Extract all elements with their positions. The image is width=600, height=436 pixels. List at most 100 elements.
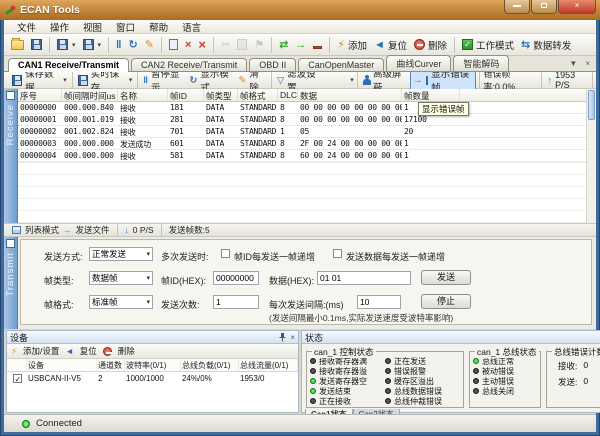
maximize-button[interactable] <box>531 0 557 14</box>
receive-side-tab[interactable]: Receive <box>4 89 18 223</box>
frame-id-input[interactable] <box>213 271 259 285</box>
tab-bar: CAN1 Receive/Transmit CAN2 Receive/Trans… <box>4 56 596 72</box>
table-row[interactable]: 00000003000.000.000发送成功601DATASTANDARD82… <box>18 138 596 150</box>
table-row[interactable]: 00000002001.002.824接收701DATASTANDARD1052… <box>18 126 596 138</box>
frame-format-select[interactable]: 标准帧▾ <box>89 295 153 309</box>
chevron-down-icon: ▾ <box>129 76 133 84</box>
col-data[interactable]: 数据 <box>298 89 402 101</box>
inc-id-checkbox[interactable] <box>221 249 230 258</box>
pin-icon[interactable] <box>278 333 286 342</box>
col-seq[interactable]: 序号 <box>18 89 62 101</box>
col-frame-type[interactable]: 帧类型 <box>204 89 238 101</box>
tab-curver[interactable]: 曲线Curver <box>386 55 451 71</box>
cell: 00 00 00 00 00 00 00 00 <box>298 114 402 125</box>
col-dlc[interactable]: DLC <box>278 89 298 101</box>
menu-window[interactable]: 窗口 <box>109 20 142 34</box>
cut-button[interactable]: ✂ <box>218 37 233 53</box>
data-forward-button[interactable]: ⇆数据转发 <box>518 37 574 53</box>
receive-table-header[interactable]: 序号 帧间隔时间us 名称 帧ID 帧类型 帧格式 DLC 数据 帧数量 <box>18 89 596 102</box>
tab-obd2[interactable]: OBD II <box>249 58 296 71</box>
col-baudrate[interactable]: 波特率(0/1) <box>125 359 181 371</box>
cell: 000.000.000 <box>62 150 118 161</box>
device-row[interactable]: ✓ USBCAN-II-V5 2 1000/1000 24%/0% 1953/0 <box>7 372 298 385</box>
stop-button[interactable]: 停止 <box>421 294 471 309</box>
open-button[interactable] <box>8 39 27 51</box>
receive-side-tab-label: Receive <box>5 104 16 145</box>
save-button[interactable] <box>28 38 45 51</box>
tab-can2[interactable]: CAN2 Receive/Transmit <box>131 58 247 71</box>
control-status-title: can_1 控制状态 <box>312 346 376 358</box>
col-bus-load[interactable]: 总线负载(0/1) <box>181 359 239 371</box>
col-name[interactable]: 名称 <box>118 89 168 101</box>
list-mode-button[interactable]: 列表模式 <box>25 224 59 236</box>
new-frame-button[interactable] <box>166 38 181 51</box>
delete-all-button[interactable]: × <box>195 37 209 53</box>
clear-button[interactable]: ✎ <box>142 37 157 53</box>
device-add-setup-button[interactable]: 添加/设置 <box>23 345 59 357</box>
menu-operation[interactable]: 操作 <box>43 20 76 34</box>
send-button[interactable]: 发送 <box>421 270 471 285</box>
led-icon <box>385 378 391 384</box>
collapse-toggle-icon[interactable] <box>6 91 15 100</box>
col-interval[interactable]: 帧间隔时间us <box>62 89 118 101</box>
menu-view[interactable]: 视图 <box>76 20 109 34</box>
rx-counter-value: 0 <box>583 360 588 372</box>
send-count-input[interactable] <box>213 295 259 309</box>
transmit-side-tab[interactable]: Transmit <box>4 237 18 329</box>
send-file-button[interactable]: 发送文件 <box>76 224 110 236</box>
overflow-chevron-icon[interactable]: ▾ <box>350 76 354 84</box>
panel-close-icon[interactable]: × <box>290 333 295 342</box>
table-row[interactable]: 00000004000.000.000接收581DATASTANDARD860 … <box>18 150 596 162</box>
tab-canopenmaster[interactable]: CanOpenMaster <box>298 58 384 71</box>
forward-button[interactable]: → <box>292 37 309 53</box>
delete-device-button[interactable]: 删除 <box>411 37 450 53</box>
device-reset-button[interactable]: 复位 <box>80 345 97 357</box>
tab-can1[interactable]: CAN1 Receive/Transmit <box>8 58 129 72</box>
minimize-button[interactable] <box>504 0 530 14</box>
cell-device-name: USBCAN-II-V5 <box>27 373 97 384</box>
transfer-button[interactable]: ⇄ <box>276 37 291 53</box>
device-checkbox[interactable]: ✓ <box>13 374 22 383</box>
cell: DATA <box>204 114 238 125</box>
frame-type-select[interactable]: 数据帧▾ <box>89 271 153 285</box>
col-frame-id[interactable]: 帧ID <box>168 89 204 101</box>
export-log-button[interactable]: ▾ <box>80 38 105 51</box>
col-frame-count[interactable]: 帧数量 <box>402 89 460 101</box>
menu-language[interactable]: 语言 <box>175 20 208 34</box>
menu-help[interactable]: 帮助 <box>142 20 175 34</box>
save-data-icon <box>12 75 22 86</box>
paste-button[interactable] <box>234 38 250 51</box>
col-channels[interactable]: 通道数 <box>97 359 125 371</box>
vertical-scrollbar[interactable] <box>586 89 596 223</box>
scrollbar-thumb[interactable] <box>588 90 595 120</box>
inc-data-checkbox[interactable] <box>333 249 342 258</box>
pause-button[interactable]: ‖ <box>113 37 124 53</box>
export-data-button[interactable]: ▾ <box>54 38 79 51</box>
close-button[interactable]: × <box>558 0 596 14</box>
col-bus-traffic[interactable]: 总线流量(0/1) <box>239 359 298 371</box>
interval-input[interactable] <box>357 295 401 309</box>
col-frame-format[interactable]: 帧格式 <box>238 89 278 101</box>
device-delete-button[interactable]: 删除 <box>118 345 135 357</box>
data-input[interactable] <box>317 271 411 285</box>
menu-file[interactable]: 文件 <box>10 20 43 34</box>
cell-bus-load: 24%/0% <box>181 373 239 384</box>
led-icon <box>473 378 479 384</box>
refresh-button[interactable]: ↻ <box>126 37 141 53</box>
tab-decode[interactable]: 智能解码 <box>453 55 509 71</box>
collapse-toggle-icon[interactable] <box>6 239 15 248</box>
collapse-button[interactable] <box>310 39 325 50</box>
table-row[interactable]: 00000000000.000.840接收181DATASTANDARD800 … <box>18 102 596 114</box>
add-device-button[interactable]: ⚡添加 <box>334 37 370 53</box>
tab-scroll-icon[interactable]: ▼ <box>569 59 577 68</box>
device-table-header[interactable]: 设备 通道数 波特率(0/1) 总线负载(0/1) 总线流量(0/1) <box>7 359 298 372</box>
reset-device-button[interactable]: ◄复位 <box>371 37 410 53</box>
send-mode-select[interactable]: 正常发送▾ <box>89 247 153 261</box>
work-mode-button[interactable]: ✓工作模式 <box>459 37 517 53</box>
delete-frame-button[interactable]: × <box>182 37 194 53</box>
table-row[interactable]: 00000001000.001.019接收281DATASTANDARD800 … <box>18 114 596 126</box>
flag-button[interactable]: ⚑ <box>251 37 267 53</box>
col-device[interactable]: 设备 <box>27 359 97 371</box>
tab-close-icon[interactable]: × <box>585 59 590 68</box>
flag-icon: ⚑ <box>254 38 264 52</box>
